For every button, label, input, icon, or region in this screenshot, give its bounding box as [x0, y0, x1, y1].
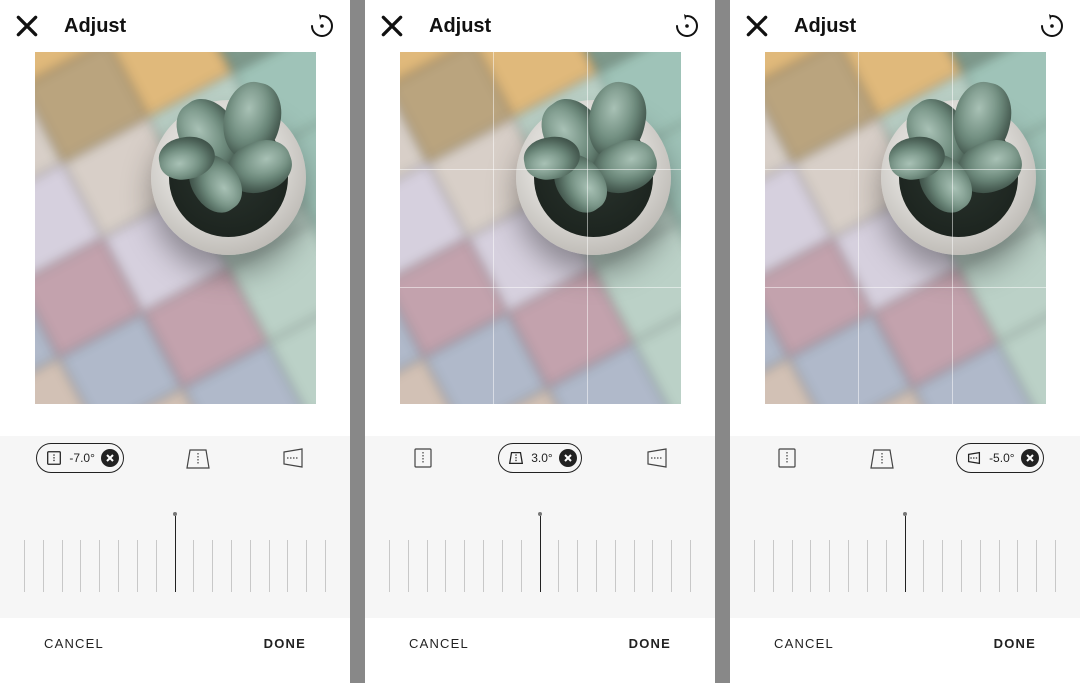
cancel-button[interactable]: CANCEL [774, 636, 834, 651]
cancel-button[interactable]: CANCEL [409, 636, 469, 651]
mode-selector: 3.0° [375, 436, 705, 480]
close-button[interactable] [744, 13, 770, 39]
clear-value-icon[interactable] [559, 449, 577, 467]
image-preview[interactable] [0, 52, 350, 404]
bottom-actions: CANCEL DONE [0, 618, 350, 669]
mode-selector: -7.0° [10, 436, 340, 480]
angle-slider[interactable] [375, 508, 705, 608]
adjust-value: 3.0° [531, 451, 552, 465]
image-preview[interactable] [730, 52, 1080, 404]
clear-value-icon[interactable] [1021, 449, 1039, 467]
mode-straighten-active[interactable]: -7.0° [36, 443, 123, 473]
topbar: Adjust [730, 0, 1080, 52]
mode-perspective-horizontal-active[interactable]: -5.0° [956, 443, 1043, 473]
bottom-actions: CANCEL DONE [365, 618, 715, 669]
slider-pointer [540, 516, 541, 592]
page-title: Adjust [64, 15, 126, 38]
mode-perspective-horizontal[interactable] [272, 441, 314, 475]
rotate-icon[interactable] [308, 12, 336, 40]
done-button[interactable]: DONE [629, 636, 671, 651]
done-button[interactable]: DONE [994, 636, 1036, 651]
mode-perspective-horizontal[interactable] [636, 441, 678, 475]
topbar: Adjust [0, 0, 350, 52]
done-button[interactable]: DONE [264, 636, 306, 651]
clear-value-icon[interactable] [101, 449, 119, 467]
slider-pointer [905, 516, 906, 592]
mode-straighten[interactable] [402, 441, 444, 475]
rotate-icon[interactable] [1038, 12, 1066, 40]
slider-pointer [175, 516, 176, 592]
close-button[interactable] [14, 13, 40, 39]
mode-perspective-vertical[interactable] [177, 441, 219, 475]
mode-perspective-vertical[interactable] [861, 441, 903, 475]
mode-selector: -5.0° [740, 436, 1070, 480]
angle-slider[interactable] [10, 508, 340, 608]
adjust-screen: Adjust 3.0° [365, 0, 715, 683]
topbar: Adjust [365, 0, 715, 52]
adjust-value: -5.0° [989, 451, 1014, 465]
mode-perspective-vertical-active[interactable]: 3.0° [498, 443, 581, 473]
mode-straighten[interactable] [766, 441, 808, 475]
adjust-value: -7.0° [69, 451, 94, 465]
image-preview[interactable] [365, 52, 715, 404]
angle-slider[interactable] [740, 508, 1070, 608]
adjust-screen: Adjust -7.0° [0, 0, 350, 683]
bottom-actions: CANCEL DONE [730, 618, 1080, 669]
cancel-button[interactable]: CANCEL [44, 636, 104, 651]
page-title: Adjust [429, 15, 491, 38]
close-button[interactable] [379, 13, 405, 39]
page-title: Adjust [794, 15, 856, 38]
adjust-screen: Adjust -5.0° [730, 0, 1080, 683]
rotate-icon[interactable] [673, 12, 701, 40]
